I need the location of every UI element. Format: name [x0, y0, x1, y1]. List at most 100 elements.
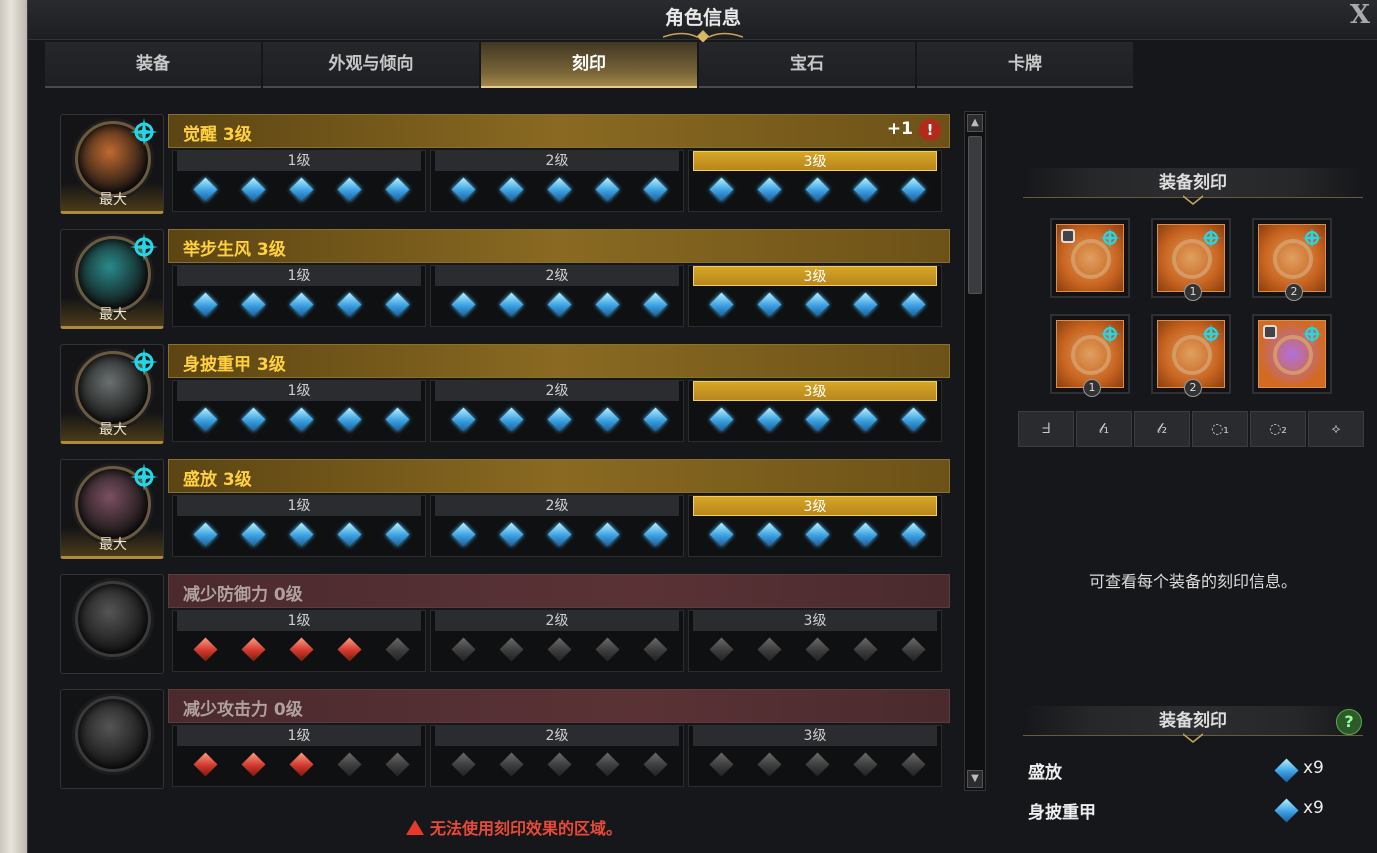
- level-label: 1级: [177, 151, 421, 171]
- engraving-gem-icon: [287, 290, 315, 318]
- tab-2[interactable]: 刻印: [481, 42, 697, 88]
- engraving-name: 举步生风 3级: [183, 240, 286, 260]
- engraving-gem-icon: [335, 405, 363, 433]
- engraving-gem-icon: [191, 750, 219, 778]
- background-scenery: [0, 0, 27, 853]
- equipment-item-icon: 1: [1157, 224, 1225, 301]
- tab-bar: 装备 外观与倾向 刻印 宝石 卡牌: [45, 42, 1155, 88]
- engraving-orb: [75, 696, 151, 772]
- engraving-star-icon: [129, 347, 159, 377]
- engraving-gem-icon: [191, 520, 219, 548]
- ring-1-icon[interactable]: ◌₁: [1192, 411, 1248, 447]
- ring-2-icon[interactable]: ◌₂: [1250, 411, 1306, 447]
- engraving-icon: [60, 574, 164, 674]
- equipment-slot[interactable]: 2: [1252, 218, 1332, 301]
- engraving-star-icon: [129, 462, 159, 492]
- neck-icon[interactable]: ᖵ: [1018, 411, 1074, 447]
- level-segment: 2级: [430, 150, 684, 212]
- engraving-gem-icon: [707, 635, 735, 663]
- earring-1-icon[interactable]: 𝓁₁: [1076, 411, 1132, 447]
- equipment-slot[interactable]: 1: [1050, 314, 1130, 397]
- tab-0[interactable]: 装备: [45, 42, 261, 88]
- close-button[interactable]: X: [1350, 0, 1370, 30]
- equipment-slot[interactable]: [1050, 218, 1130, 298]
- level-segment: 2级: [430, 265, 684, 327]
- engraving-list: 最大 觉醒 3级 +1! 1级 2级 3级 最大 举步生风 3级 1级 2级 3级 最大 身披重甲 3级…: [60, 110, 950, 795]
- engraving-icon: 最大: [60, 229, 164, 329]
- engraving-gem-icon: [641, 750, 669, 778]
- scroll-up-button[interactable]: ▲: [967, 114, 983, 132]
- engraving-gem-icon: [383, 405, 411, 433]
- hint-text: 可查看每个装备的刻印信息。: [1088, 572, 1297, 591]
- engraving-gem-icon: [449, 750, 477, 778]
- scrollbar[interactable]: ▲ ▼: [964, 111, 986, 791]
- engraving-gem-icon: [707, 405, 735, 433]
- engraving-gem-icon: [383, 520, 411, 548]
- gem-row: [449, 635, 669, 665]
- level-label: 1级: [177, 381, 421, 401]
- engraving-row[interactable]: 减少攻击力 0级 1级 2级 3级: [60, 685, 950, 791]
- equipment-slot[interactable]: [1252, 314, 1332, 394]
- engraving-gem-icon: [449, 290, 477, 318]
- scroll-down-button[interactable]: ▼: [967, 770, 983, 788]
- engraving-gem-icon: [191, 175, 219, 203]
- help-icon[interactable]: ?: [1336, 709, 1362, 735]
- gem-row: [707, 520, 927, 550]
- summary-name: 身披重甲: [1028, 803, 1096, 823]
- equipment-slot[interactable]: 1: [1151, 218, 1231, 301]
- equipment-slot[interactable]: 2: [1151, 314, 1231, 397]
- engraving-gem-icon: [497, 290, 525, 318]
- slot-filter-bar: ᖵ 𝓁₁ 𝓁₂ ◌₁ ◌₂ ⟡: [1018, 411, 1366, 447]
- engraving-gem-icon: [851, 635, 879, 663]
- gem-row: [707, 635, 927, 665]
- engraving-gem-icon: [335, 635, 363, 663]
- engraving-row[interactable]: 最大 觉醒 3级 +1! 1级 2级 3级: [60, 110, 950, 216]
- lock-icon: [1061, 229, 1075, 243]
- gem-row: [449, 750, 669, 780]
- summary-row: 身披重甲 x9: [1028, 796, 1348, 826]
- engraving-gem-icon: [899, 635, 927, 663]
- alert-icon[interactable]: !: [919, 119, 941, 141]
- engraving-name-bar: 举步生风 3级: [168, 229, 950, 263]
- engraving-row[interactable]: 最大 举步生风 3级 1级 2级 3级: [60, 225, 950, 331]
- engraving-gem-icon: [851, 175, 879, 203]
- engraving-gem-icon: [449, 635, 477, 663]
- tab-1[interactable]: 外观与倾向: [263, 42, 479, 88]
- tab-4[interactable]: 卡牌: [917, 42, 1133, 88]
- slot-number: 2: [1184, 379, 1202, 397]
- engraving-row[interactable]: 最大 身披重甲 3级 1级 2级 3级: [60, 340, 950, 446]
- bonus-count: +1: [886, 119, 913, 139]
- engraving-gem-icon: [545, 750, 573, 778]
- engraving-star-icon: [1301, 227, 1323, 249]
- engraving-gem-icon: [593, 290, 621, 318]
- level-segment: 2级: [430, 725, 684, 787]
- gem-row: [191, 175, 411, 205]
- engraving-gem-icon: [335, 290, 363, 318]
- summary-header: 装备刻印: [1023, 706, 1363, 743]
- engraving-gem-icon: [707, 175, 735, 203]
- engraving-gem-icon: [287, 405, 315, 433]
- engraving-gem-icon: [755, 175, 783, 203]
- engraving-name-bar: 盛放 3级: [168, 459, 950, 493]
- engraving-star-icon: [129, 117, 159, 147]
- engraving-orb: [75, 581, 151, 657]
- earring-2-icon[interactable]: 𝓁₂: [1134, 411, 1190, 447]
- engraving-name: 盛放 3级: [183, 470, 252, 490]
- tab-3[interactable]: 宝石: [699, 42, 915, 88]
- equipment-item-icon: 1: [1056, 320, 1124, 397]
- gem-row: [449, 175, 669, 205]
- scroll-thumb[interactable]: [968, 136, 982, 294]
- engraving-star-icon: [1301, 323, 1323, 345]
- level-segment: 3级: [688, 725, 942, 787]
- lock-icon: [1263, 325, 1277, 339]
- engraving-name-bar: 觉醒 3级 +1!: [168, 114, 950, 148]
- engraving-gem-icon: [287, 750, 315, 778]
- level-label: 3级: [693, 381, 937, 401]
- engraving-row[interactable]: 减少防御力 0级 1级 2级 3级: [60, 570, 950, 676]
- warning-message: 无法使用刻印效果的区域。: [406, 815, 622, 839]
- stone-icon[interactable]: ⟡: [1308, 411, 1364, 447]
- engraving-row[interactable]: 最大 盛放 3级 1级 2级 3级: [60, 455, 950, 561]
- engraving-gem-icon: [707, 290, 735, 318]
- engraving-gem-icon: [497, 635, 525, 663]
- header-ornament: [1183, 195, 1203, 205]
